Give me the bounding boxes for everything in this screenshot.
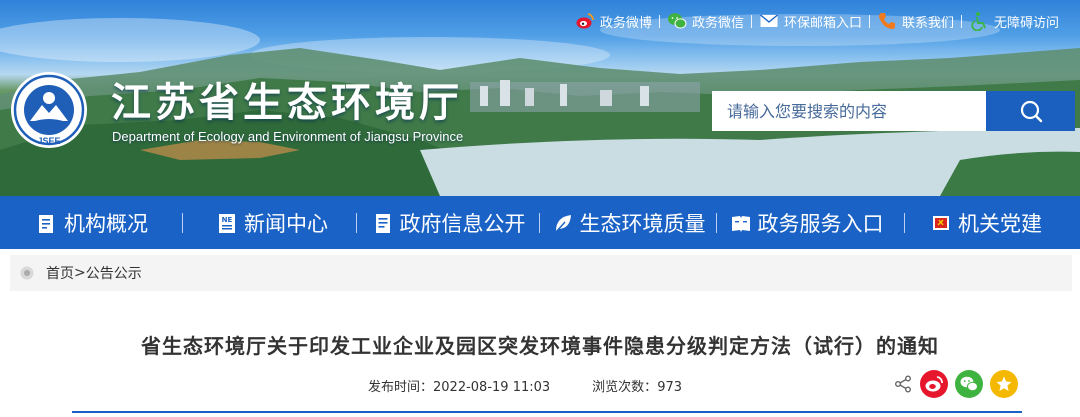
main-content: 首页 > 公告公示 省生态环境厅关于印发工业企业及园区突发环境事件隐患分级判定方…: [0, 249, 1080, 417]
share-bar: [893, 370, 1018, 398]
accessibility-link-label: 无障碍访问: [993, 15, 1059, 31]
phone-icon: [878, 13, 895, 29]
favorite-button[interactable]: [990, 370, 1018, 398]
site-title: 江苏省生态环境厅: [111, 80, 463, 126]
wechat-link[interactable]: 政务微信: [660, 11, 751, 31]
book-icon: [731, 215, 750, 232]
publish-info: 发布时间：2022-08-19 11:03: [368, 376, 550, 395]
party-flag-icon: [933, 215, 949, 230]
location-dot-icon: [20, 266, 34, 280]
svg-text:NE: NE: [222, 216, 233, 224]
news-icon: NE: [219, 213, 235, 233]
logo-text: JSEE: [37, 136, 60, 146]
breadcrumb-current[interactable]: 公告公示: [86, 263, 142, 283]
wechat-share-button[interactable]: [955, 370, 983, 398]
views-label: 浏览次数：: [592, 380, 658, 395]
nav-item-label: 机关党建: [958, 211, 1042, 236]
wechat-link-label: 政务微信: [691, 15, 744, 31]
breadcrumb-separator: >: [74, 265, 86, 281]
article-meta: 发布时间：2022-08-19 11:03 浏览次数：973: [368, 376, 682, 395]
breadcrumb: 首页 > 公告公示: [10, 255, 1072, 291]
nav-divider: [539, 213, 540, 233]
weibo-share-button[interactable]: [920, 370, 948, 398]
nav-item-label: 政务服务入口: [757, 211, 884, 236]
mail-link-label: 环保邮箱入口: [783, 15, 862, 31]
views-count: 973: [657, 380, 683, 395]
nav-divider: [182, 213, 183, 233]
mail-link[interactable]: 环保邮箱入口: [752, 11, 869, 31]
leaf-icon: [554, 214, 571, 232]
search-icon: [1020, 100, 1042, 123]
site-subtitle: Department of Ecology and Environment of…: [112, 129, 464, 144]
main-nav: 机构概况 NE 新闻中心 政府信息公开 生态环境质量 政务服务入口 机关党建: [0, 196, 1080, 249]
nav-item-label: 生态环境质量: [579, 211, 706, 236]
accessibility-link[interactable]: 无障碍访问: [962, 11, 1066, 31]
nav-divider: [904, 213, 905, 233]
article-title: 省生态环境厅关于印发工业企业及园区突发环境事件隐患分级判定方法（试行）的通知: [141, 334, 939, 358]
header-banner: 政务微博 政务微信 环保邮箱入口 联系我们 无障碍访问 JSEE 江苏省生态环境…: [0, 0, 1080, 196]
nav-item-label: 机构概况: [64, 211, 148, 236]
publish-label: 发布时间：: [368, 380, 434, 395]
wechat-icon: [667, 13, 687, 29]
weibo-share-icon: [925, 376, 943, 392]
weibo-link[interactable]: 政务微博: [568, 11, 659, 31]
favorite-icon: [996, 376, 1012, 391]
views-info: 浏览次数：973: [592, 376, 682, 395]
nav-divider: [356, 213, 357, 233]
nav-item-gov-info[interactable]: 政府信息公开: [368, 196, 530, 249]
building-doc-icon: [39, 214, 53, 233]
jsee-logo: JSEE: [11, 72, 87, 148]
title-divider: [72, 411, 1022, 413]
nav-divider: [716, 213, 717, 233]
search-input[interactable]: [712, 91, 986, 131]
weibo-icon: [576, 13, 594, 29]
nav-item-party-building[interactable]: 机关党建: [924, 196, 1049, 249]
nav-item-services[interactable]: 政务服务入口: [726, 196, 888, 249]
nav-item-institution[interactable]: 机构概况: [30, 196, 155, 249]
top-links-bar: 政务微博 政务微信 环保邮箱入口 联系我们 无障碍访问: [568, 9, 1066, 33]
mail-icon: [760, 14, 778, 27]
nav-item-label: 政府信息公开: [399, 211, 526, 236]
search-button[interactable]: [986, 91, 1075, 131]
publish-time: 2022-08-19 11:03: [433, 380, 551, 395]
weibo-link-label: 政务微博: [599, 15, 652, 31]
wechat-share-icon: [960, 376, 978, 392]
nav-item-news[interactable]: NE 新闻中心: [210, 196, 335, 249]
document-icon: [375, 213, 390, 233]
nav-item-label: 新闻中心: [244, 211, 328, 236]
search-box: [712, 91, 1075, 131]
accessibility-icon: [971, 12, 986, 31]
contact-link[interactable]: 联系我们: [870, 11, 961, 31]
breadcrumb-home[interactable]: 首页: [46, 263, 74, 283]
nav-item-environment-quality[interactable]: 生态环境质量: [548, 196, 710, 249]
contact-link-label: 联系我们: [901, 15, 954, 31]
share-icon[interactable]: [893, 374, 913, 394]
